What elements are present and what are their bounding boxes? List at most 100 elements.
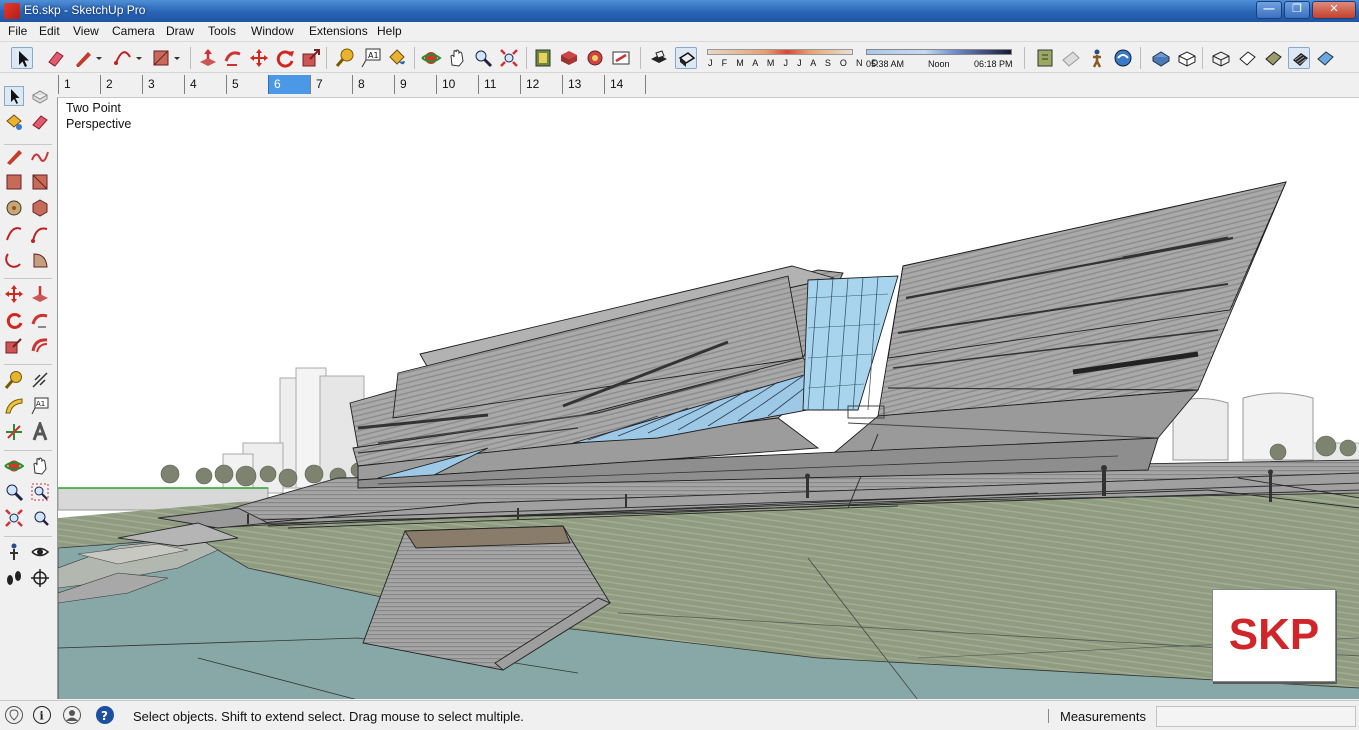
make-component-icon[interactable] [30, 86, 50, 106]
tab-scene-12[interactable]: 12 [520, 75, 562, 94]
components-icon[interactable] [584, 47, 606, 69]
tab-scene-9[interactable]: 9 [394, 75, 436, 94]
two-point-arc-icon[interactable] [30, 224, 50, 244]
pan-icon[interactable] [30, 456, 50, 476]
user-account-icon[interactable] [63, 706, 81, 724]
select-icon[interactable] [11, 47, 33, 69]
minimize-button[interactable]: — [1256, 1, 1282, 19]
follow-me-icon[interactable] [222, 47, 244, 69]
eraser-icon[interactable] [45, 47, 67, 69]
menu-view[interactable]: View [73, 24, 99, 38]
tab-scene-3[interactable]: 3 [142, 75, 184, 94]
xray-icon[interactable] [1150, 47, 1172, 69]
push-pull-icon[interactable] [197, 47, 219, 69]
close-button[interactable]: ✕ [1312, 1, 1356, 19]
measurements-input[interactable] [1156, 706, 1356, 727]
rotated-rectangle-icon[interactable] [30, 172, 50, 192]
model-viewport[interactable]: Two Point Perspective SKP [57, 97, 1359, 699]
shadows-icon[interactable] [648, 47, 670, 69]
menu-help[interactable]: Help [377, 24, 402, 38]
freehand-icon[interactable] [30, 146, 50, 166]
walk-icon[interactable] [4, 568, 24, 588]
arc-icon[interactable] [112, 47, 134, 69]
zoom-icon[interactable] [4, 482, 24, 502]
warehouse-icon[interactable] [532, 47, 554, 69]
zoom-window-icon[interactable] [30, 482, 50, 502]
menu-edit[interactable]: Edit [39, 24, 60, 38]
tab-scene-10[interactable]: 10 [436, 75, 478, 94]
text-icon[interactable]: A1 [30, 396, 50, 416]
tab-scene-2[interactable]: 2 [100, 75, 142, 94]
hidden-line-icon[interactable] [1236, 47, 1258, 69]
pan-icon[interactable] [446, 47, 468, 69]
zoom-extents-icon[interactable] [498, 47, 520, 69]
axes-icon[interactable] [4, 422, 24, 442]
credits-info-icon[interactable]: i [33, 706, 51, 724]
menu-camera[interactable]: Camera [112, 24, 155, 38]
shaded-icon[interactable] [1262, 47, 1284, 69]
three-point-arc-icon[interactable] [4, 250, 24, 270]
pie-icon[interactable] [30, 250, 50, 270]
rectangle-icon[interactable] [150, 47, 172, 69]
scale-icon[interactable] [4, 336, 24, 356]
tab-scene-11[interactable]: 11 [478, 75, 520, 94]
camera-icon[interactable] [1112, 47, 1134, 69]
zoom-extents-icon[interactable] [4, 508, 24, 528]
eraser-icon[interactable] [30, 112, 50, 132]
text-icon[interactable]: A1 [360, 47, 382, 69]
tab-scene-13[interactable]: 13 [562, 75, 604, 94]
month-slider[interactable] [707, 49, 853, 55]
pencil-icon[interactable] [72, 47, 94, 69]
menu-tools[interactable]: Tools [208, 24, 236, 38]
tab-scene-1[interactable]: 1 [58, 75, 100, 94]
orbit-icon[interactable] [420, 47, 442, 69]
sketchup-app-icon[interactable] [4, 3, 20, 19]
zoom-icon[interactable] [472, 47, 494, 69]
tab-scene-4[interactable]: 4 [184, 75, 226, 94]
move-icon[interactable] [4, 284, 24, 304]
menu-draw[interactable]: Draw [166, 24, 194, 38]
tab-scene-5[interactable]: 5 [226, 75, 268, 94]
paint-bucket-icon[interactable] [4, 112, 24, 132]
textured-icon[interactable] [1288, 47, 1310, 69]
menu-file[interactable]: File [8, 24, 27, 38]
circle-icon[interactable] [4, 198, 24, 218]
tab-scene-6[interactable]: 6 [268, 75, 310, 94]
offset-icon[interactable] [30, 336, 50, 356]
tape-measure-icon[interactable] [334, 47, 356, 69]
tab-scene-8[interactable]: 8 [352, 75, 394, 94]
wireframe-icon[interactable] [1210, 47, 1232, 69]
position-camera-icon[interactable] [4, 542, 24, 562]
walk-icon[interactable] [1086, 47, 1108, 69]
scale-icon[interactable] [300, 47, 322, 69]
section-icon[interactable] [1034, 47, 1056, 69]
tab-scene-14[interactable]: 14 [604, 75, 646, 94]
push-pull-icon[interactable] [30, 284, 50, 304]
extension-warehouse-icon[interactable] [558, 47, 580, 69]
tape-measure-icon[interactable] [4, 370, 24, 390]
menu-extensions[interactable]: Extensions [309, 24, 368, 38]
fog-icon[interactable] [675, 47, 697, 69]
protractor-icon[interactable] [4, 396, 24, 416]
maximize-button[interactable]: ❐ [1284, 1, 1310, 19]
styles-icon[interactable] [1060, 47, 1082, 69]
3d-text-icon[interactable] [30, 419, 50, 442]
select-icon[interactable] [4, 86, 24, 106]
previous-view-icon[interactable] [30, 508, 50, 528]
monochrome-icon[interactable] [1314, 47, 1336, 69]
rotate-icon[interactable] [274, 47, 296, 69]
polygon-icon[interactable] [30, 198, 50, 218]
back-edges-icon[interactable] [1176, 47, 1198, 69]
dimension-icon[interactable] [30, 370, 50, 390]
arc-icon[interactable] [4, 224, 24, 244]
line-icon[interactable] [4, 146, 24, 166]
send-to-layout-icon[interactable] [610, 47, 632, 69]
orbit-icon[interactable] [4, 456, 25, 476]
geolocation-icon[interactable] [5, 706, 23, 724]
rotate-icon[interactable] [4, 310, 24, 330]
instructor-help-icon[interactable]: ? [96, 706, 114, 724]
look-around-icon[interactable] [30, 542, 50, 562]
menu-window[interactable]: Window [251, 24, 294, 38]
paint-bucket-icon[interactable] [386, 47, 408, 69]
move-icon[interactable] [248, 47, 270, 69]
